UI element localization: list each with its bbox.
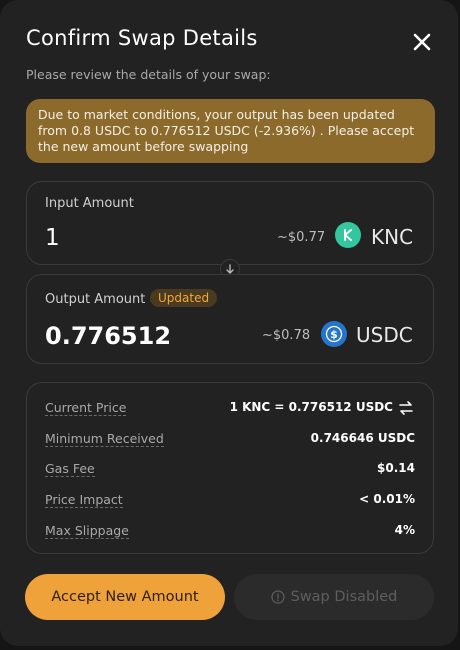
price-impact-row: Price Impact < 0.01% <box>45 492 415 510</box>
input-usd-value: ~$0.77 <box>277 230 326 245</box>
output-amount-card: Output Amount Updated 0.776512 ~$0.78 $ … <box>26 274 434 364</box>
gas-fee-value: $0.14 <box>377 461 415 475</box>
gas-fee-row: Gas Fee $0.14 <box>45 461 415 479</box>
svg-text:$: $ <box>330 328 338 341</box>
output-amount-value: 0.776512 <box>45 322 172 350</box>
updated-badge: Updated <box>150 289 218 307</box>
close-button[interactable] <box>408 28 436 56</box>
output-token-symbol: USDC <box>356 323 413 347</box>
minimum-received-row: Minimum Received 0.746646 USDC <box>45 431 415 449</box>
input-amount-value: 1 <box>45 225 60 251</box>
max-slippage-row: Max Slippage 4% <box>45 523 415 541</box>
accept-new-amount-button[interactable]: Accept New Amount <box>25 574 225 620</box>
confirm-swap-modal: Confirm Swap Details Please review the d… <box>0 0 458 646</box>
input-amount-label: Input Amount <box>45 196 134 211</box>
modal-title: Confirm Swap Details <box>26 26 258 50</box>
swap-details-panel: Current Price 1 KNC = 0.776512 USDC Mini… <box>26 382 434 554</box>
current-price-value: 1 KNC = 0.776512 USDC <box>229 400 393 414</box>
current-price-label[interactable]: Current Price <box>45 400 127 416</box>
gas-fee-label[interactable]: Gas Fee <box>45 461 95 477</box>
info-icon <box>271 590 285 604</box>
input-amount-card: Input Amount 1 ~$0.77 KNC <box>26 181 434 265</box>
max-slippage-value: 4% <box>394 523 415 537</box>
usdc-token-icon: $ <box>321 321 347 347</box>
swap-disabled-button[interactable]: Swap Disabled <box>234 574 434 620</box>
max-slippage-label[interactable]: Max Slippage <box>45 523 129 539</box>
close-icon <box>413 33 431 51</box>
output-usd-value: ~$0.78 <box>262 328 311 343</box>
arrow-down-icon <box>226 264 234 274</box>
minimum-received-label[interactable]: Minimum Received <box>45 431 164 447</box>
swap-rate-icon[interactable] <box>397 399 415 417</box>
price-impact-value: < 0.01% <box>359 492 415 506</box>
knc-token-icon <box>335 222 361 248</box>
current-price-row: Current Price 1 KNC = 0.776512 USDC <box>45 400 415 418</box>
swap-disabled-label: Swap Disabled <box>290 589 398 605</box>
minimum-received-value: 0.746646 USDC <box>310 431 415 445</box>
price-update-notice: Due to market conditions, your output ha… <box>26 99 435 163</box>
price-impact-label[interactable]: Price Impact <box>45 492 123 508</box>
output-amount-label: Output Amount <box>45 292 146 307</box>
input-token-symbol: KNC <box>371 225 414 249</box>
modal-subtitle: Please review the details of your swap: <box>26 67 271 82</box>
